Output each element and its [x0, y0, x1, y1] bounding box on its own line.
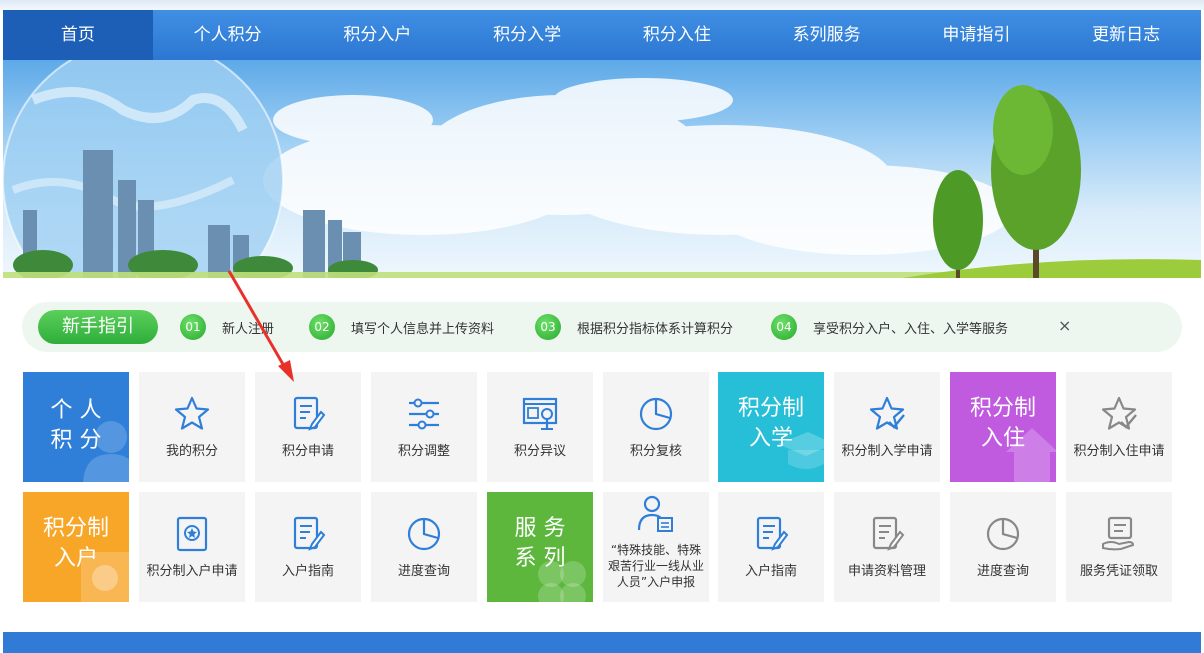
guide-step: 01 新人注册	[180, 314, 275, 340]
star-icon	[174, 396, 210, 430]
footer-bar	[3, 632, 1201, 653]
hand-document-icon	[1102, 516, 1135, 551]
star-check-gray-icon	[1101, 396, 1137, 430]
tile-label: 积分异议	[513, 444, 566, 459]
nav-series-services[interactable]: 系列服务	[752, 10, 902, 60]
graduation-cap-watermark-icon	[778, 432, 824, 469]
house-watermark-icon	[1006, 428, 1056, 482]
clover-watermark-icon	[538, 561, 586, 602]
tile-label: 入户指南	[744, 564, 797, 579]
tile-label: 我的积分	[165, 444, 218, 459]
tile-progress-query[interactable]: 进度查询	[371, 492, 477, 602]
tile-label: 积分调整	[397, 444, 450, 459]
hero-banner	[3, 60, 1201, 278]
pie-chart-gray-icon	[986, 517, 1020, 551]
category-series-services[interactable]: 服 务 系 列	[487, 492, 593, 602]
category-personal-points[interactable]: 个 人 积 分	[23, 372, 129, 482]
tile-label: “特殊技能、特殊艰苦行业一线从业人员”入户申报	[607, 543, 704, 589]
nav-points-housing[interactable]: 积分入住	[602, 10, 752, 60]
nav-application-guide[interactable]: 申请指引	[902, 10, 1052, 60]
tile-label: 服务凭证领取	[1079, 564, 1158, 579]
nav-update-log[interactable]: 更新日志	[1051, 10, 1201, 60]
tile-label: 进度查询	[976, 564, 1029, 579]
step-text: 新人注册	[222, 321, 275, 337]
tile-label: 申请资料管理	[847, 564, 926, 579]
edit-document-icon	[756, 516, 789, 551]
guide-title: 新手指引	[38, 310, 158, 344]
tile-materials-management[interactable]: 申请资料管理	[834, 492, 940, 602]
edit-document-gray-icon	[872, 516, 905, 551]
top-strip	[0, 0, 1204, 10]
tile-label: 积分复核	[629, 444, 682, 459]
tile-progress-query-2[interactable]: 进度查询	[950, 492, 1056, 602]
tile-label: 积分制入学申请	[841, 444, 933, 459]
guide-step: 04 享受积分入户、入住、入学等服务	[771, 314, 1009, 340]
tile-hukou-guide-2[interactable]: 入户指南	[718, 492, 824, 602]
step-text: 填写个人信息并上传资料	[351, 321, 495, 337]
sliders-icon	[409, 398, 439, 430]
tile-my-points[interactable]: 我的积分	[139, 372, 245, 482]
tile-special-skills-apply[interactable]: “特殊技能、特殊艰苦行业一线从业人员”入户申报	[603, 492, 709, 602]
star-check-icon	[869, 396, 905, 430]
step-number: 01	[180, 314, 206, 340]
tile-label: 进度查询	[397, 564, 450, 579]
category-points-housing[interactable]: 积分制 入住	[950, 372, 1056, 482]
user-document-icon	[637, 495, 673, 532]
newbie-guide-bar: 新手指引 01 新人注册 02 填写个人信息并上传资料 03 根据积分指标体系计…	[22, 302, 1182, 352]
star-badge-watermark-icon	[81, 552, 129, 602]
step-number: 02	[309, 314, 335, 340]
nav-personal-points[interactable]: 个人积分	[153, 10, 303, 60]
pie-chart-icon	[639, 397, 673, 431]
guide-step: 03 根据积分指标体系计算积分	[535, 314, 734, 340]
tile-points-adjust[interactable]: 积分调整	[371, 372, 477, 482]
pie-chart-icon	[407, 517, 441, 551]
tile-label: 积分制入住申请	[1073, 444, 1165, 459]
category-points-hukou[interactable]: 积分制 入户	[23, 492, 129, 602]
edit-document-icon	[293, 396, 326, 431]
banner-illustration	[3, 60, 1201, 278]
guide-step: 02 填写个人信息并上传资料	[309, 314, 495, 340]
tile-hukou-apply[interactable]: 积分制入户申请	[139, 492, 245, 602]
step-text: 享受积分入户、入住、入学等服务	[813, 321, 1009, 337]
tile-points-apply[interactable]: 积分申请	[255, 372, 361, 482]
main-nav: 首页 个人积分 积分入户 积分入学 积分入住 系列服务 申请指引 更新日志	[3, 10, 1201, 60]
nav-points-hukou[interactable]: 积分入户	[303, 10, 453, 60]
nav-home[interactable]: 首页	[3, 10, 153, 60]
category-points-school[interactable]: 积分制 入学	[718, 372, 824, 482]
tile-label: 积分制入户申请	[146, 564, 238, 579]
guide-close-button[interactable]: ×	[1058, 316, 1071, 335]
tile-housing-apply[interactable]: 积分制入住申请	[1066, 372, 1172, 482]
tile-points-objection[interactable]: 积分异议	[487, 372, 593, 482]
tile-service-voucher[interactable]: 服务凭证领取	[1066, 492, 1172, 602]
tile-points-review[interactable]: 积分复核	[603, 372, 709, 482]
tile-label: 积分申请	[281, 444, 334, 459]
person-watermark-icon	[83, 421, 129, 482]
tile-hukou-guide[interactable]: 入户指南	[255, 492, 361, 602]
edit-document-icon	[293, 516, 326, 551]
certificate-icon	[176, 516, 208, 552]
step-number: 03	[535, 314, 561, 340]
monitor-search-icon	[522, 397, 558, 430]
step-number: 04	[771, 314, 797, 340]
tile-label: 入户指南	[281, 564, 334, 579]
nav-points-school[interactable]: 积分入学	[452, 10, 602, 60]
step-text: 根据积分指标体系计算积分	[577, 321, 734, 337]
tile-school-apply[interactable]: 积分制入学申请	[834, 372, 940, 482]
